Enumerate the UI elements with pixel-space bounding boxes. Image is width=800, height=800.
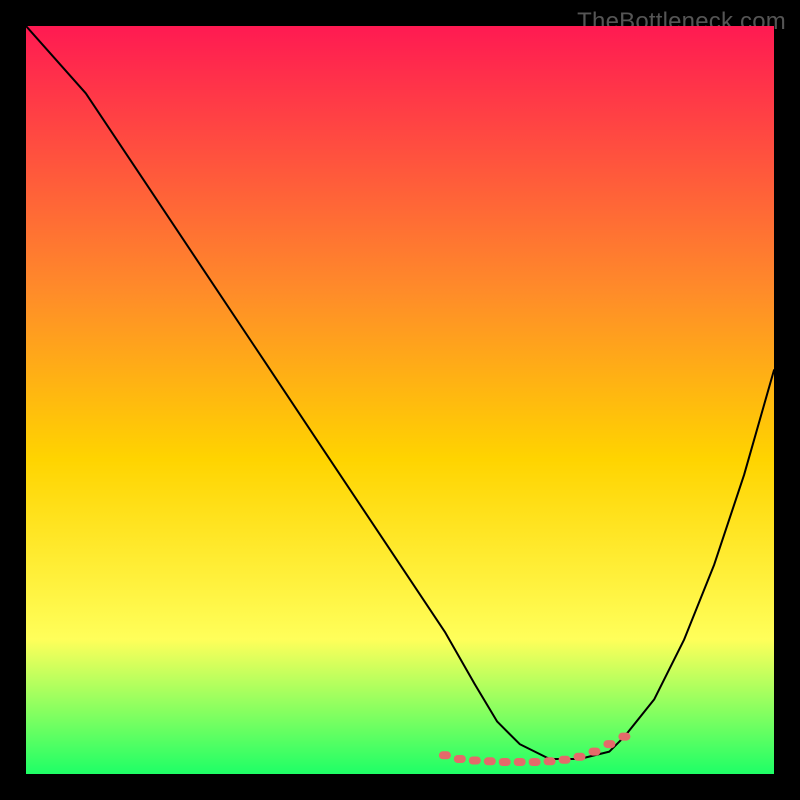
- accent-dot: [469, 757, 481, 765]
- accent-dot: [529, 758, 541, 766]
- chart-frame: TheBottleneck.com: [0, 0, 800, 800]
- chart-svg: [26, 26, 774, 774]
- accent-dot: [603, 740, 615, 748]
- accent-dot: [589, 748, 601, 756]
- accent-dot: [514, 758, 526, 766]
- accent-dot: [559, 756, 571, 764]
- accent-dot: [499, 758, 511, 766]
- accent-dot: [574, 753, 586, 761]
- accent-dot: [544, 757, 556, 765]
- accent-dot: [484, 757, 496, 765]
- heatmap-background: [26, 26, 774, 774]
- accent-dot: [618, 733, 630, 741]
- plot-area: [26, 26, 774, 774]
- accent-dot: [439, 751, 451, 759]
- accent-dot: [454, 755, 466, 763]
